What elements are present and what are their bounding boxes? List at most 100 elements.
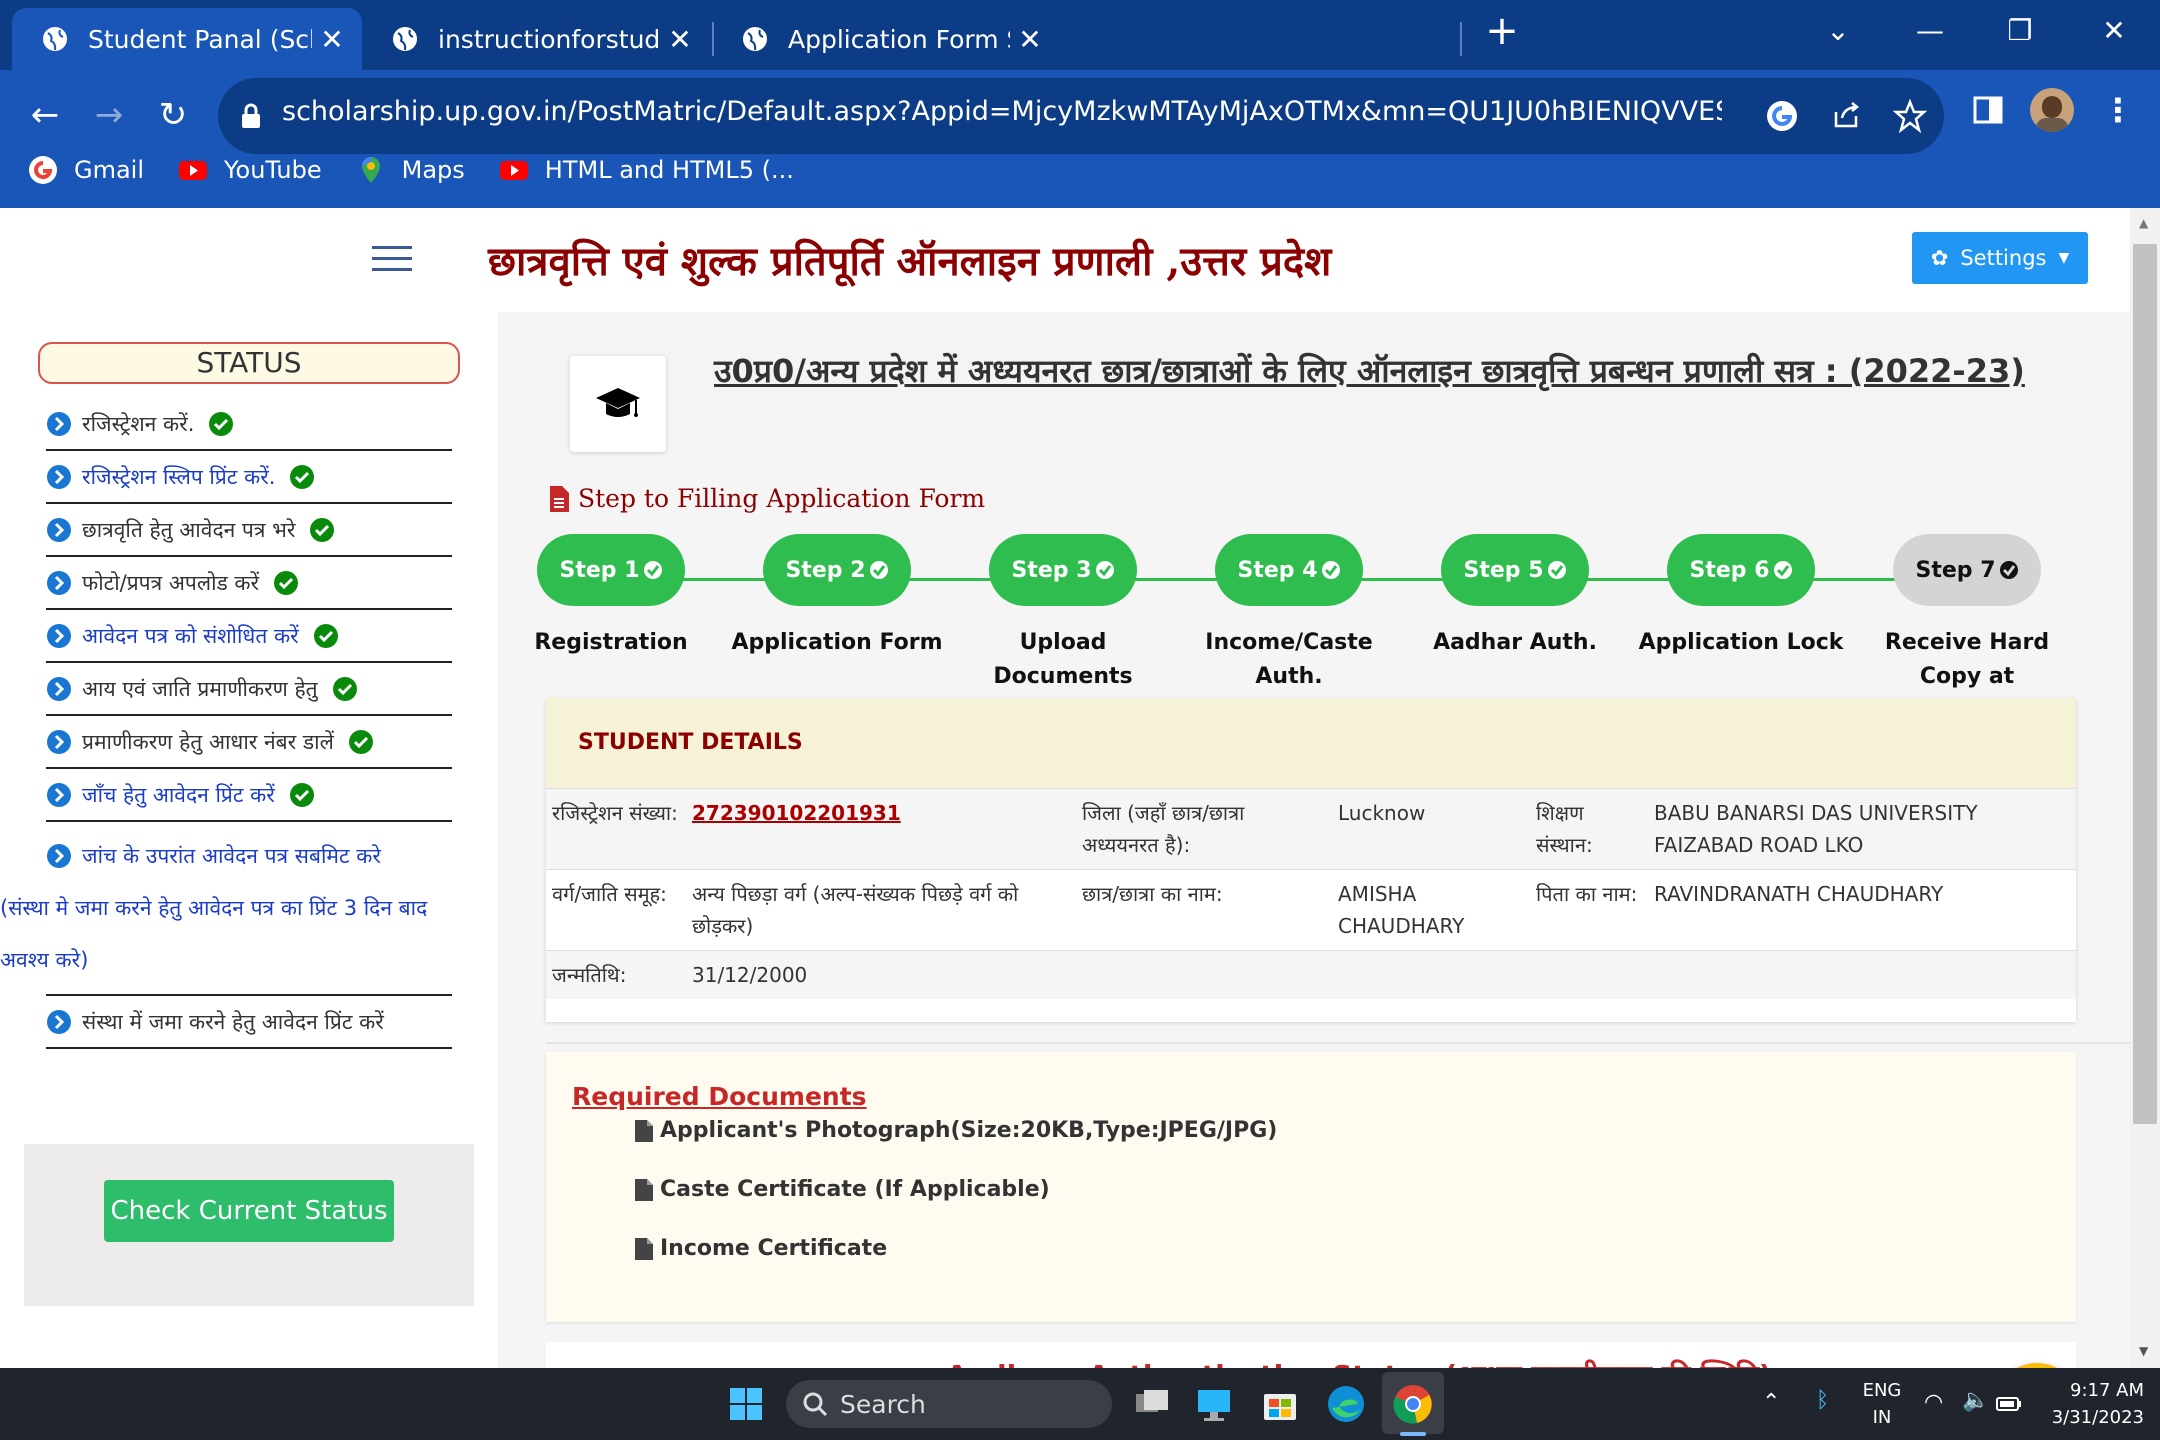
institute-label: शिक्षण संस्थान:: [1536, 801, 1593, 857]
new-tab-button[interactable]: +: [1482, 8, 1522, 54]
page-scrollbar[interactable]: ▲ ▼: [2130, 208, 2160, 1368]
microsoft-store-icon[interactable]: [1256, 1380, 1304, 1428]
restore-button[interactable]: ❐: [2000, 14, 2040, 47]
clock[interactable]: 9:17 AM 3/31/2023: [2034, 1380, 2144, 1428]
caret-down-icon: ▼: [2058, 250, 2070, 266]
forward-button[interactable]: →: [84, 90, 134, 140]
tab-search-chevron-icon[interactable]: ⌄: [1818, 14, 1858, 47]
step-pill[interactable]: Step 7: [1893, 534, 2041, 606]
taskbar-search[interactable]: Search: [786, 1380, 1112, 1428]
edge-icon[interactable]: [1322, 1380, 1370, 1428]
status-item-label[interactable]: रजिस्ट्रेशन स्लिप प्रिंट करें.: [82, 463, 275, 491]
status-item-fill-form[interactable]: छात्रवृति हेतु आवेदन पत्र भरे: [46, 504, 452, 557]
bookmark-gmail[interactable]: Gmail: [28, 155, 144, 185]
close-tab-icon[interactable]: ✕: [660, 23, 700, 56]
status-item-note[interactable]: (संस्था मे जमा करने हेतु आवेदन पत्र का प…: [0, 882, 430, 986]
graduation-cap-icon: [596, 388, 640, 417]
scroll-down-arrow-icon[interactable]: ▼: [2139, 1344, 2148, 1358]
step-pill[interactable]: Step 4: [1215, 534, 1363, 606]
required-documents-title[interactable]: Required Documents: [572, 1082, 867, 1111]
file-icon: [635, 1178, 653, 1201]
status-item-submit[interactable]: जांच के उपरांत आवेदन पत्र सबमिट करे (संस…: [0, 822, 452, 996]
battery-icon[interactable]: [1996, 1396, 2022, 1412]
aadhaar-status-title: Aadhaar Authentication Status (आधार प्रम…: [946, 1356, 1772, 1368]
scroll-up-arrow-icon[interactable]: ▲: [2139, 216, 2148, 230]
bookmark-label: Maps: [401, 156, 465, 184]
step-3[interactable]: Step 3 Upload Documents: [950, 534, 1176, 694]
bluetooth-icon[interactable]: ᛒ: [1816, 1388, 1829, 1413]
step-pill[interactable]: Step 6: [1667, 534, 1815, 606]
required-doc-item: Caste Certificate (If Applicable): [634, 1177, 1050, 1202]
wifi-icon[interactable]: ◠: [1924, 1390, 1943, 1415]
required-doc-label: Caste Certificate (If Applicable): [660, 1177, 1050, 1202]
clock-date: 3/31/2023: [2051, 1407, 2144, 1428]
desktop-app-icon[interactable]: [1190, 1380, 1238, 1428]
status-item-label[interactable]: आवेदन पत्र को संशोधित करें: [82, 622, 299, 650]
status-item-modify[interactable]: आवेदन पत्र को संशोधित करें: [46, 610, 452, 663]
chrome-icon[interactable]: [1389, 1380, 1437, 1428]
tab-application-status[interactable]: Application Form Status Details ✕: [712, 8, 1060, 70]
check-current-status-button[interactable]: Check Current Status: [104, 1180, 394, 1242]
address-bar[interactable]: scholarship.up.gov.in/PostMatric/Default…: [218, 78, 1944, 154]
category-label: वर्ग/जाति समूह:: [552, 882, 667, 906]
table-row: वर्ग/जाति समूह: अन्य पिछड़ा वर्ग (अल्प-स…: [546, 869, 2076, 951]
browser-toolbar: ← → ↻ scholarship.up.gov.in/PostMatric/D…: [0, 70, 2160, 210]
settings-dropdown-button[interactable]: ✿ Settings ▼: [1912, 232, 2088, 284]
check-circle-icon: [274, 570, 299, 595]
step-pill[interactable]: Step 5: [1441, 534, 1589, 606]
close-tab-icon[interactable]: ✕: [1010, 23, 1050, 56]
close-window-button[interactable]: ✕: [2094, 14, 2134, 47]
step-pill[interactable]: Step 1: [537, 534, 685, 606]
status-item-income-caste[interactable]: आय एवं जाति प्रमाणीकरण हेतु: [46, 663, 452, 716]
step-label: Registration: [534, 630, 688, 655]
status-item-upload[interactable]: फोटो/प्रपत्र अपलोड करें: [46, 557, 452, 610]
status-item-print-institution[interactable]: संस्था में जमा करने हेतु आवेदन प्रिंट कर…: [46, 996, 452, 1049]
step-6[interactable]: Step 6 Application Lock: [1628, 534, 1854, 660]
profile-avatar[interactable]: [2030, 88, 2074, 132]
reload-button[interactable]: ↻: [148, 90, 198, 140]
status-item-registration[interactable]: रजिस्ट्रेशन करें.: [46, 398, 452, 451]
status-item-label[interactable]: जाँच हेतु आवेदन प्रिंट करें: [82, 781, 275, 809]
tray-chevron-up-icon[interactable]: ⌃: [1762, 1390, 1780, 1415]
maps-icon: [361, 157, 380, 183]
status-item-aadhar[interactable]: प्रमाणीकरण हेतु आधार नंबर डालें: [46, 716, 452, 769]
step-4[interactable]: Step 4 Income/Caste Auth.: [1176, 534, 1402, 694]
back-button[interactable]: ←: [20, 90, 70, 140]
step-5[interactable]: Step 5 Aadhar Auth.: [1402, 534, 1628, 660]
bookmark-youtube[interactable]: YouTube: [178, 155, 322, 185]
bookmark-maps[interactable]: Maps: [356, 155, 465, 185]
scrollbar-thumb[interactable]: [2133, 244, 2157, 1124]
tab-student-panal[interactable]: Student Panal (Scholarship.up.gov.in) ✕: [12, 8, 362, 70]
language-indicator[interactable]: ENG IN: [1858, 1380, 1906, 1428]
step-label: Income/Caste Auth.: [1205, 630, 1373, 689]
scheme-title[interactable]: उ0प्र0/अन्य प्रदेश में अध्ययनरत छात्र/छा…: [714, 346, 2054, 396]
web-page: छात्रवृत्ति एवं शुल्क प्रतिपूर्ति ऑनलाइन…: [0, 208, 2130, 1368]
step-pill[interactable]: Step 3: [989, 534, 1137, 606]
step-pill[interactable]: Step 2: [763, 534, 911, 606]
status-item-print-verify[interactable]: जाँच हेतु आवेदन प्रिंट करें: [46, 769, 452, 822]
task-view-icon[interactable]: [1128, 1380, 1176, 1428]
graduation-cap-icon-box: [570, 356, 666, 452]
close-tab-icon[interactable]: ✕: [312, 23, 352, 56]
clock-time: 9:17 AM: [2070, 1380, 2144, 1401]
chevron-right-circle-icon: [47, 676, 71, 701]
google-lens-icon[interactable]: [1764, 98, 1800, 134]
bookmark-star-icon[interactable]: [1892, 98, 1928, 134]
step-2[interactable]: Step 2 Application Form: [724, 534, 950, 660]
side-panel-icon[interactable]: [1972, 94, 2004, 126]
chevron-right-circle-icon: [47, 782, 71, 807]
tab-instructions-pdf[interactable]: instructionforstudents2223.pdf ✕: [362, 8, 710, 70]
minimize-button[interactable]: —: [1910, 14, 1950, 47]
check-circle-icon: [1321, 561, 1340, 579]
volume-icon[interactable]: 🔈: [1962, 1388, 1989, 1413]
share-icon[interactable]: [1828, 98, 1864, 134]
windows-start-icon[interactable]: [722, 1380, 770, 1428]
bookmark-html[interactable]: HTML and HTML5 (...: [499, 155, 794, 185]
status-item-label[interactable]: जांच के उपरांत आवेदन पत्र सबमिट करे: [82, 830, 381, 882]
status-item-print-slip[interactable]: रजिस्ट्रेशन स्लिप प्रिंट करें.: [46, 451, 452, 504]
search-placeholder: Search: [840, 1389, 926, 1419]
hamburger-menu-icon[interactable]: [372, 242, 412, 276]
browser-menu-icon[interactable]: ⋮: [2102, 88, 2134, 132]
step-1[interactable]: Step 1 Registration: [498, 534, 724, 660]
registration-number-link[interactable]: 272390102201931: [692, 801, 901, 825]
